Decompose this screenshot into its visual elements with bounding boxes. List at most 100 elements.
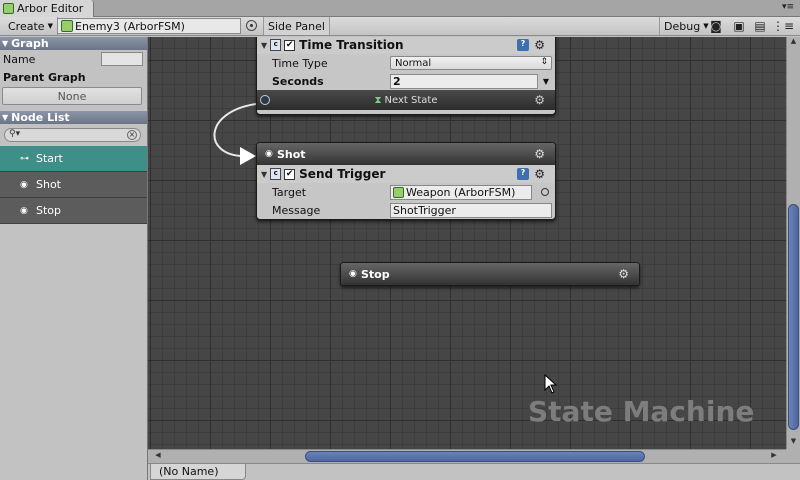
scroll-down-icon[interactable]: ▼ bbox=[787, 437, 800, 449]
gear-icon[interactable]: ⚙ bbox=[534, 167, 545, 181]
transition-label: Next State bbox=[384, 94, 438, 106]
graph-name: Enemy3 (ArborFSM) bbox=[75, 19, 185, 33]
node-title: Stop bbox=[361, 267, 390, 281]
help-icon[interactable]: ▣ bbox=[731, 18, 747, 34]
behaviour-title: Send Trigger bbox=[299, 167, 386, 181]
toolbar: Create ▼ Enemy3 (ArborFSM) Side Panel De… bbox=[0, 17, 800, 36]
graph-name-row: Name bbox=[0, 50, 147, 68]
side-panel-label: Side Panel bbox=[268, 19, 325, 33]
foldout-icon: ▼ bbox=[261, 40, 268, 50]
script-icon: c bbox=[270, 39, 282, 51]
gear-icon[interactable]: ⚙ bbox=[618, 267, 629, 281]
help-icon[interactable]: ? bbox=[517, 168, 529, 180]
window-tab-bar: Arbor Editor ▾≡ bbox=[0, 0, 800, 17]
arborfsm-icon bbox=[61, 20, 73, 32]
message-label: Message bbox=[272, 203, 321, 217]
message-row: Message ShotTrigger bbox=[257, 201, 555, 219]
graph-section-title: Graph bbox=[11, 37, 49, 50]
stop-state-node[interactable]: ◉ Stop ⚙ bbox=[340, 262, 640, 286]
settings-menu-icon[interactable]: ⋮≡ bbox=[772, 18, 794, 34]
script-icon: c bbox=[270, 168, 282, 180]
target-row: Target Weapon (ArborFSM) bbox=[257, 183, 555, 201]
seconds-row: Seconds 2 ▼ bbox=[257, 72, 555, 90]
parent-graph-button[interactable]: None bbox=[2, 87, 142, 105]
foldout-icon: ▼ bbox=[261, 169, 268, 179]
behaviour-title: Time Transition bbox=[299, 38, 404, 52]
state-icon: ◉ bbox=[265, 149, 273, 159]
camera-icon[interactable]: ◙ bbox=[708, 18, 724, 34]
graph-object-field[interactable]: Enemy3 (ArborFSM) bbox=[57, 18, 241, 34]
seconds-label: Seconds bbox=[272, 74, 324, 88]
graph-name-tab[interactable]: (No Name) bbox=[150, 464, 246, 480]
stop-node-title-bar[interactable]: ◉ Stop ⚙ bbox=[341, 263, 639, 285]
parent-graph-row: Parent Graph bbox=[0, 68, 147, 86]
behaviour-enabled-checkbox[interactable]: ✔ bbox=[284, 168, 296, 180]
debug-label: Debug bbox=[664, 19, 701, 33]
node-list-item-shot[interactable]: ◉ Shot bbox=[0, 172, 147, 198]
book-icon[interactable]: ▤ bbox=[752, 18, 768, 34]
debug-dropdown[interactable]: Debug ▼ bbox=[659, 17, 713, 35]
behaviour-enabled-checkbox[interactable]: ✔ bbox=[284, 39, 296, 51]
status-bar: (No Name) bbox=[148, 463, 800, 480]
object-picker-icon[interactable] bbox=[246, 20, 257, 31]
window-tab[interactable]: Arbor Editor bbox=[0, 0, 94, 17]
scroll-up-icon[interactable]: ▲ bbox=[787, 37, 800, 49]
behaviour-header-time-transition[interactable]: ▼ c ✔ Time Transition ? ⚙ bbox=[257, 37, 555, 54]
object-picker-icon[interactable] bbox=[541, 188, 549, 196]
node-list-header[interactable]: ▼ Node List bbox=[0, 111, 147, 124]
foldout-icon: ▼ bbox=[2, 113, 9, 122]
target-object-field[interactable]: Weapon (ArborFSM) bbox=[390, 184, 532, 200]
side-panel-toggle[interactable]: Side Panel bbox=[263, 17, 330, 35]
vertical-scrollbar[interactable]: ▲ ▼ bbox=[786, 37, 800, 449]
scroll-left-icon[interactable]: ◀ bbox=[152, 451, 164, 463]
transition-pin-icon[interactable] bbox=[260, 95, 270, 105]
start-state-node[interactable]: ▼ c ✔ Time Transition ? ⚙ Time Type Norm… bbox=[256, 37, 556, 115]
state-icon: ◉ bbox=[20, 205, 28, 216]
parent-graph-label: Parent Graph bbox=[3, 70, 86, 84]
canvas-watermark: State Machine bbox=[528, 395, 755, 428]
message-input[interactable]: ShotTrigger bbox=[390, 202, 552, 218]
gear-icon[interactable]: ⚙ bbox=[534, 38, 545, 52]
help-icon[interactable]: ? bbox=[517, 39, 529, 51]
shot-node-title-bar[interactable]: ◉ Shot ⚙ bbox=[257, 143, 555, 165]
node-list-item-start[interactable]: ⊶ Start bbox=[0, 146, 147, 172]
node-list-title: Node List bbox=[11, 111, 70, 124]
chevron-down-icon: ▼ bbox=[47, 22, 53, 30]
arborfsm-icon bbox=[393, 186, 404, 198]
shot-state-node[interactable]: ◉ Shot ⚙ ▼ c ✔ Send Trigger ? ⚙ Target W… bbox=[256, 142, 556, 220]
graph-canvas[interactable]: ▼ c ✔ Time Transition ? ⚙ Time Type Norm… bbox=[148, 37, 786, 449]
create-dropdown[interactable]: Create ▼ bbox=[4, 17, 58, 35]
node-search-input[interactable]: ⚲▾ × bbox=[4, 128, 141, 142]
time-type-row: Time Type Normal bbox=[257, 54, 555, 72]
state-icon: ◉ bbox=[349, 269, 357, 279]
horizontal-scrollbar[interactable]: ◀ ▶ bbox=[148, 449, 786, 463]
mouse-cursor-icon bbox=[544, 374, 558, 394]
hourglass-icon: ⧗ bbox=[374, 94, 382, 106]
arbor-app-icon bbox=[3, 3, 14, 14]
node-title: Shot bbox=[277, 147, 306, 161]
time-type-select[interactable]: Normal bbox=[390, 56, 552, 70]
start-state-icon: ⊶ bbox=[20, 153, 29, 164]
vertical-scroll-thumb[interactable] bbox=[788, 204, 799, 430]
clear-search-icon[interactable]: × bbox=[127, 130, 137, 140]
graph-name-input[interactable] bbox=[101, 52, 143, 66]
time-type-label: Time Type bbox=[272, 56, 328, 70]
gear-icon[interactable]: ⚙ bbox=[534, 93, 545, 107]
window-title: Arbor Editor bbox=[17, 2, 84, 15]
node-list-item-stop[interactable]: ◉ Stop bbox=[0, 198, 147, 224]
next-state-transition-bar[interactable]: ⧗ Next State ⚙ bbox=[257, 90, 555, 110]
foldout-icon: ▼ bbox=[2, 39, 9, 48]
window-options-icon[interactable]: ▾≡ bbox=[782, 2, 794, 12]
seconds-input[interactable]: 2 bbox=[390, 73, 538, 89]
side-panel: ▼ Graph Name Parent Graph None ▼ Node Li… bbox=[0, 37, 148, 480]
scroll-right-icon[interactable]: ▶ bbox=[768, 451, 780, 463]
graph-section-header[interactable]: ▼ Graph bbox=[0, 37, 147, 50]
behaviour-header-send-trigger[interactable]: ▼ c ✔ Send Trigger ? ⚙ bbox=[257, 165, 555, 183]
horizontal-scroll-thumb[interactable] bbox=[305, 451, 645, 462]
window-controls: ▾≡ bbox=[782, 2, 794, 12]
target-label: Target bbox=[272, 185, 307, 199]
scrollbar-corner bbox=[786, 449, 800, 463]
search-icon: ⚲▾ bbox=[9, 129, 21, 139]
gear-icon[interactable]: ⚙ bbox=[534, 147, 545, 161]
chevron-down-icon[interactable]: ▼ bbox=[543, 77, 549, 86]
